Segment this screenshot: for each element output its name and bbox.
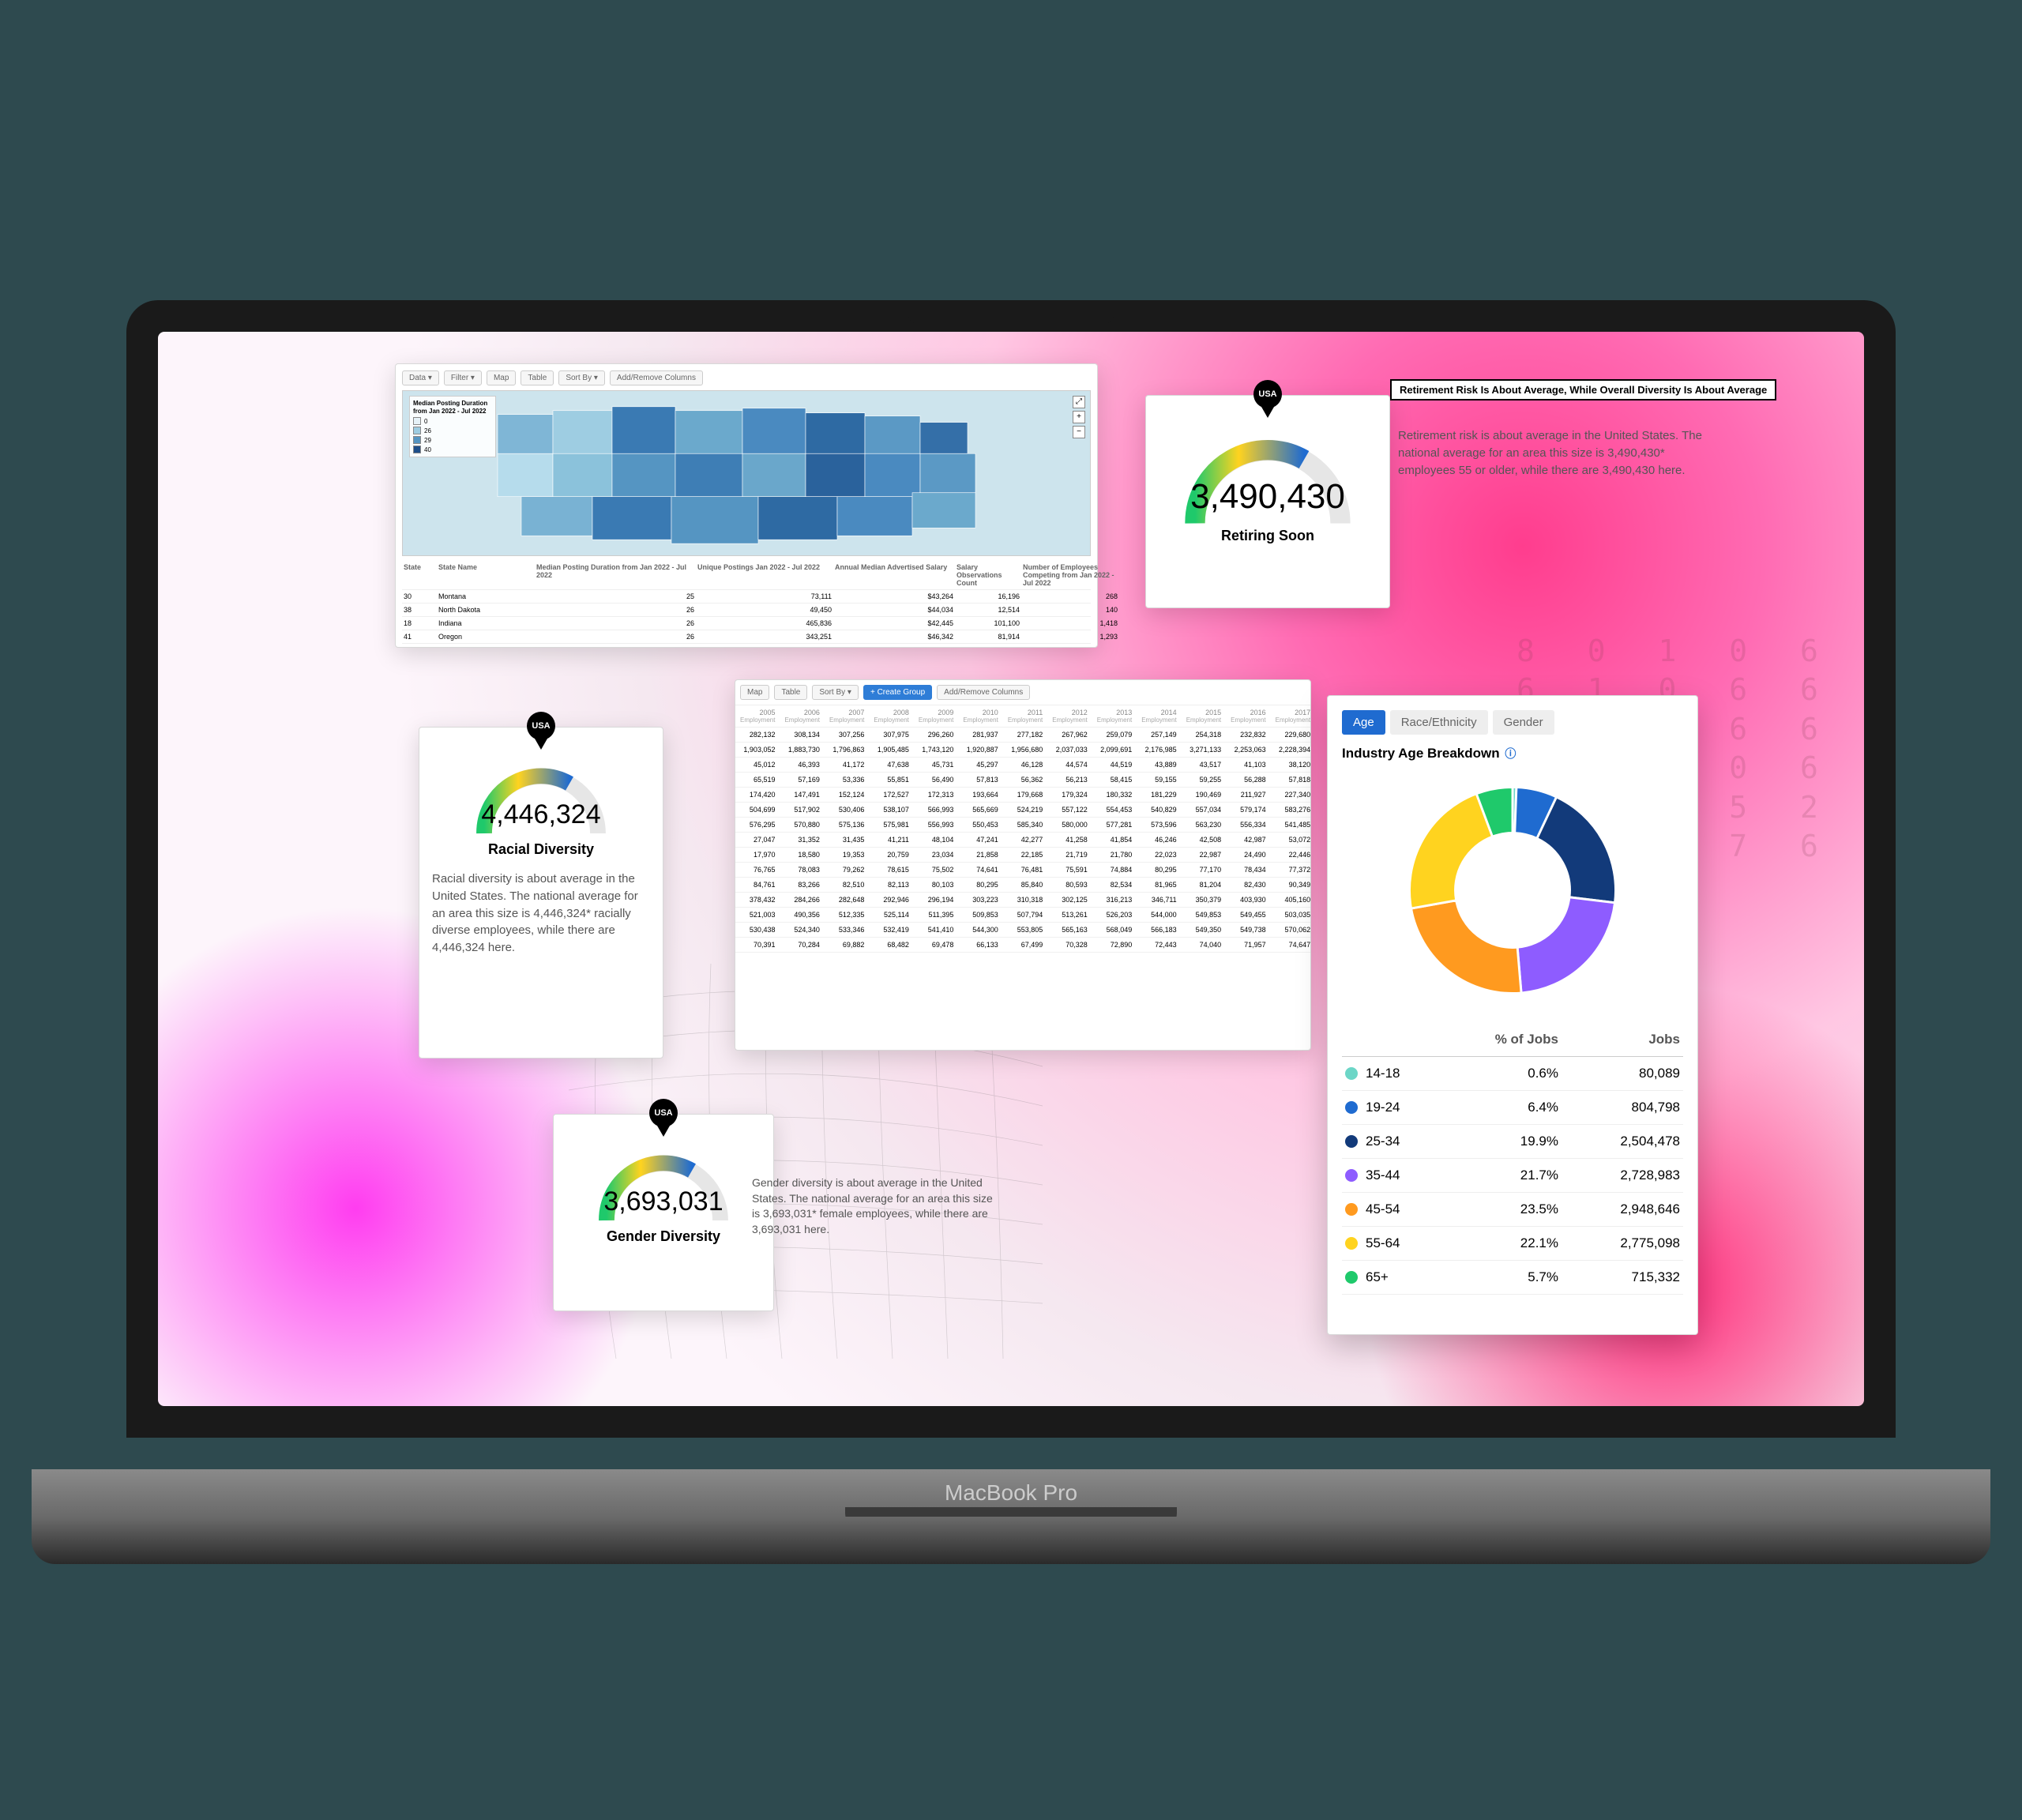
- table-row[interactable]: 84,76183,26682,51082,11380,10380,29585,8…: [735, 878, 1310, 893]
- map-table-header: State State Name Median Posting Duration…: [402, 561, 1091, 590]
- age-breakdown-tabs: Age Race/Ethnicity Gender: [1342, 710, 1683, 735]
- list-item[interactable]: 14-180.6%80,089: [1342, 1057, 1683, 1091]
- racial-diversity-card: USA 4,446,324 Racial Diversity Racial di…: [419, 727, 663, 1059]
- gender-description: Gender diversity is about average in the…: [742, 1169, 1003, 1243]
- table-row[interactable]: 521,003490,356512,335525,114511,395509,8…: [735, 908, 1310, 923]
- matrix-columns-button[interactable]: Add/Remove Columns: [937, 685, 1030, 700]
- map-dashboard-panel: Data ▾ Filter ▾ Map Table Sort By ▾ Add/…: [395, 363, 1098, 648]
- list-item[interactable]: 35-4421.7%2,728,983: [1342, 1159, 1683, 1193]
- map-zoom-out-icon[interactable]: −: [1073, 426, 1085, 438]
- legend-dot-icon: [1345, 1101, 1358, 1114]
- list-item[interactable]: 55-6422.1%2,775,098: [1342, 1227, 1683, 1261]
- map-zoom-in-icon[interactable]: +: [1073, 411, 1085, 423]
- map-zoom-controls: ⤢ + −: [1073, 396, 1085, 438]
- table-row[interactable]: 504,699517,902530,406538,107566,993565,6…: [735, 803, 1310, 818]
- table-row[interactable]: 27,04731,35231,43541,21148,10447,24142,2…: [735, 833, 1310, 848]
- choropleth-map[interactable]: ⤢ + −: [402, 390, 1091, 556]
- retiring-description: Retirement risk is about average in the …: [1398, 415, 1714, 479]
- legend-dot-icon: [1345, 1169, 1358, 1182]
- gender-label: Gender Diversity: [566, 1228, 761, 1245]
- matrix-create-group-button[interactable]: + Create Group: [863, 685, 932, 700]
- age-table-header: % of Jobs Jobs: [1342, 1023, 1683, 1057]
- map-sort-dropdown[interactable]: Sort By ▾: [558, 370, 605, 385]
- employment-matrix-table: 2005Employment2006Employment2007Employme…: [735, 705, 1310, 953]
- legend-dot-icon: [1345, 1135, 1358, 1148]
- map-data-dropdown[interactable]: Data ▾: [402, 370, 439, 385]
- tab-race-ethnicity[interactable]: Race/Ethnicity: [1390, 710, 1488, 735]
- laptop-screen: 8 0 1 0 6 6 0 6 6 1 0 6 6 0 6 6 1 0 6 6 …: [158, 332, 1864, 1406]
- map-filter-dropdown[interactable]: Filter ▾: [444, 370, 482, 385]
- table-row[interactable]: 576,295570,880575,136575,981556,993550,4…: [735, 818, 1310, 833]
- map-legend: Median Posting Duration from Jan 2022 - …: [409, 396, 496, 457]
- laptop-notch: [908, 300, 1114, 324]
- matrix-table-button[interactable]: Table: [774, 685, 807, 700]
- matrix-map-button[interactable]: Map: [740, 685, 769, 700]
- info-icon[interactable]: ⓘ: [1505, 747, 1516, 760]
- map-toolbar: Data ▾ Filter ▾ Map Table Sort By ▾ Add/…: [402, 370, 1091, 385]
- map-fullscreen-icon[interactable]: ⤢: [1073, 396, 1085, 408]
- table-row[interactable]: 30Montana2573,111$43,26416,196268: [402, 590, 1091, 604]
- racial-value: 4,446,324: [432, 799, 650, 830]
- legend-title: Median Posting Duration from Jan 2022 - …: [413, 400, 492, 415]
- age-breakdown-title: Industry Age Breakdown ⓘ: [1342, 746, 1683, 761]
- table-row[interactable]: 45,01246,39341,17247,63845,73145,29746,1…: [735, 758, 1310, 773]
- matrix-toolbar: Map Table Sort By ▾ + Create Group Add/R…: [735, 680, 1310, 705]
- table-row[interactable]: 70,39170,28469,88268,48269,47866,13367,4…: [735, 938, 1310, 953]
- table-row[interactable]: 41Oregon26343,251$46,34281,9141,293: [402, 630, 1091, 644]
- table-view-button[interactable]: Table: [521, 370, 554, 385]
- legend-dot-icon: [1345, 1067, 1358, 1080]
- tab-gender[interactable]: Gender: [1493, 710, 1554, 735]
- legend-dot-icon: [1345, 1237, 1358, 1250]
- age-breakdown-panel: Age Race/Ethnicity Gender Industry Age B…: [1327, 695, 1698, 1335]
- table-row[interactable]: 530,438524,340533,346532,419541,410544,3…: [735, 923, 1310, 938]
- legend-dot-icon: [1345, 1203, 1358, 1216]
- legend-dot-icon: [1345, 1271, 1358, 1284]
- table-row[interactable]: 378,432284,266282,648292,946296,194303,2…: [735, 893, 1310, 908]
- retiring-soon-card: USA 3,490,430 Retiring Soon: [1145, 395, 1390, 608]
- employment-matrix-panel: Map Table Sort By ▾ + Create Group Add/R…: [735, 679, 1311, 1051]
- gauge-pin-icon: USA: [527, 712, 555, 750]
- map-columns-button[interactable]: Add/Remove Columns: [610, 370, 703, 385]
- matrix-sort-dropdown[interactable]: Sort By ▾: [812, 685, 859, 700]
- laptop-base: [32, 1517, 1990, 1564]
- table-row[interactable]: 65,51957,16953,33655,85156,49057,81356,3…: [735, 773, 1310, 788]
- age-donut-chart: [1342, 776, 1683, 1009]
- table-row[interactable]: 38North Dakota2649,450$44,03412,514140: [402, 604, 1091, 617]
- gender-diversity-card: USA 3,693,031 Gender Diversity: [553, 1114, 774, 1311]
- table-row[interactable]: 17,97018,58019,35320,75923,03421,85822,1…: [735, 848, 1310, 863]
- laptop-frame: 8 0 1 0 6 6 0 6 6 1 0 6 6 0 6 6 1 0 6 6 …: [32, 300, 1990, 1659]
- gauge-pin-icon: USA: [1253, 380, 1282, 418]
- list-item[interactable]: 19-246.4%804,798: [1342, 1091, 1683, 1125]
- list-item[interactable]: 45-5423.5%2,948,646: [1342, 1193, 1683, 1227]
- list-item[interactable]: 65+5.7%715,332: [1342, 1261, 1683, 1295]
- diversity-summary-tag: Retirement Risk Is About Average, While …: [1390, 379, 1776, 400]
- tab-age[interactable]: Age: [1342, 710, 1385, 735]
- table-row[interactable]: 174,420147,491152,124172,527172,313193,6…: [735, 788, 1310, 803]
- table-row[interactable]: 282,132308,134307,256307,975296,260281,9…: [735, 728, 1310, 743]
- list-item[interactable]: 25-3419.9%2,504,478: [1342, 1125, 1683, 1159]
- gauge-pin-icon: USA: [649, 1099, 678, 1137]
- retiring-value: 3,490,430: [1159, 477, 1377, 517]
- laptop-bezel: 8 0 1 0 6 6 0 6 6 1 0 6 6 0 6 6 1 0 6 6 …: [126, 300, 1896, 1438]
- table-row[interactable]: 1,903,0521,883,7301,796,8631,905,4851,74…: [735, 743, 1310, 758]
- map-view-button[interactable]: Map: [487, 370, 516, 385]
- table-row[interactable]: 18Indiana26465,836$42,445101,1001,418: [402, 617, 1091, 630]
- racial-description: Racial diversity is about average in the…: [432, 871, 650, 957]
- racial-label: Racial Diversity: [432, 841, 650, 858]
- table-row[interactable]: 76,76578,08379,26278,61575,50274,64176,4…: [735, 863, 1310, 878]
